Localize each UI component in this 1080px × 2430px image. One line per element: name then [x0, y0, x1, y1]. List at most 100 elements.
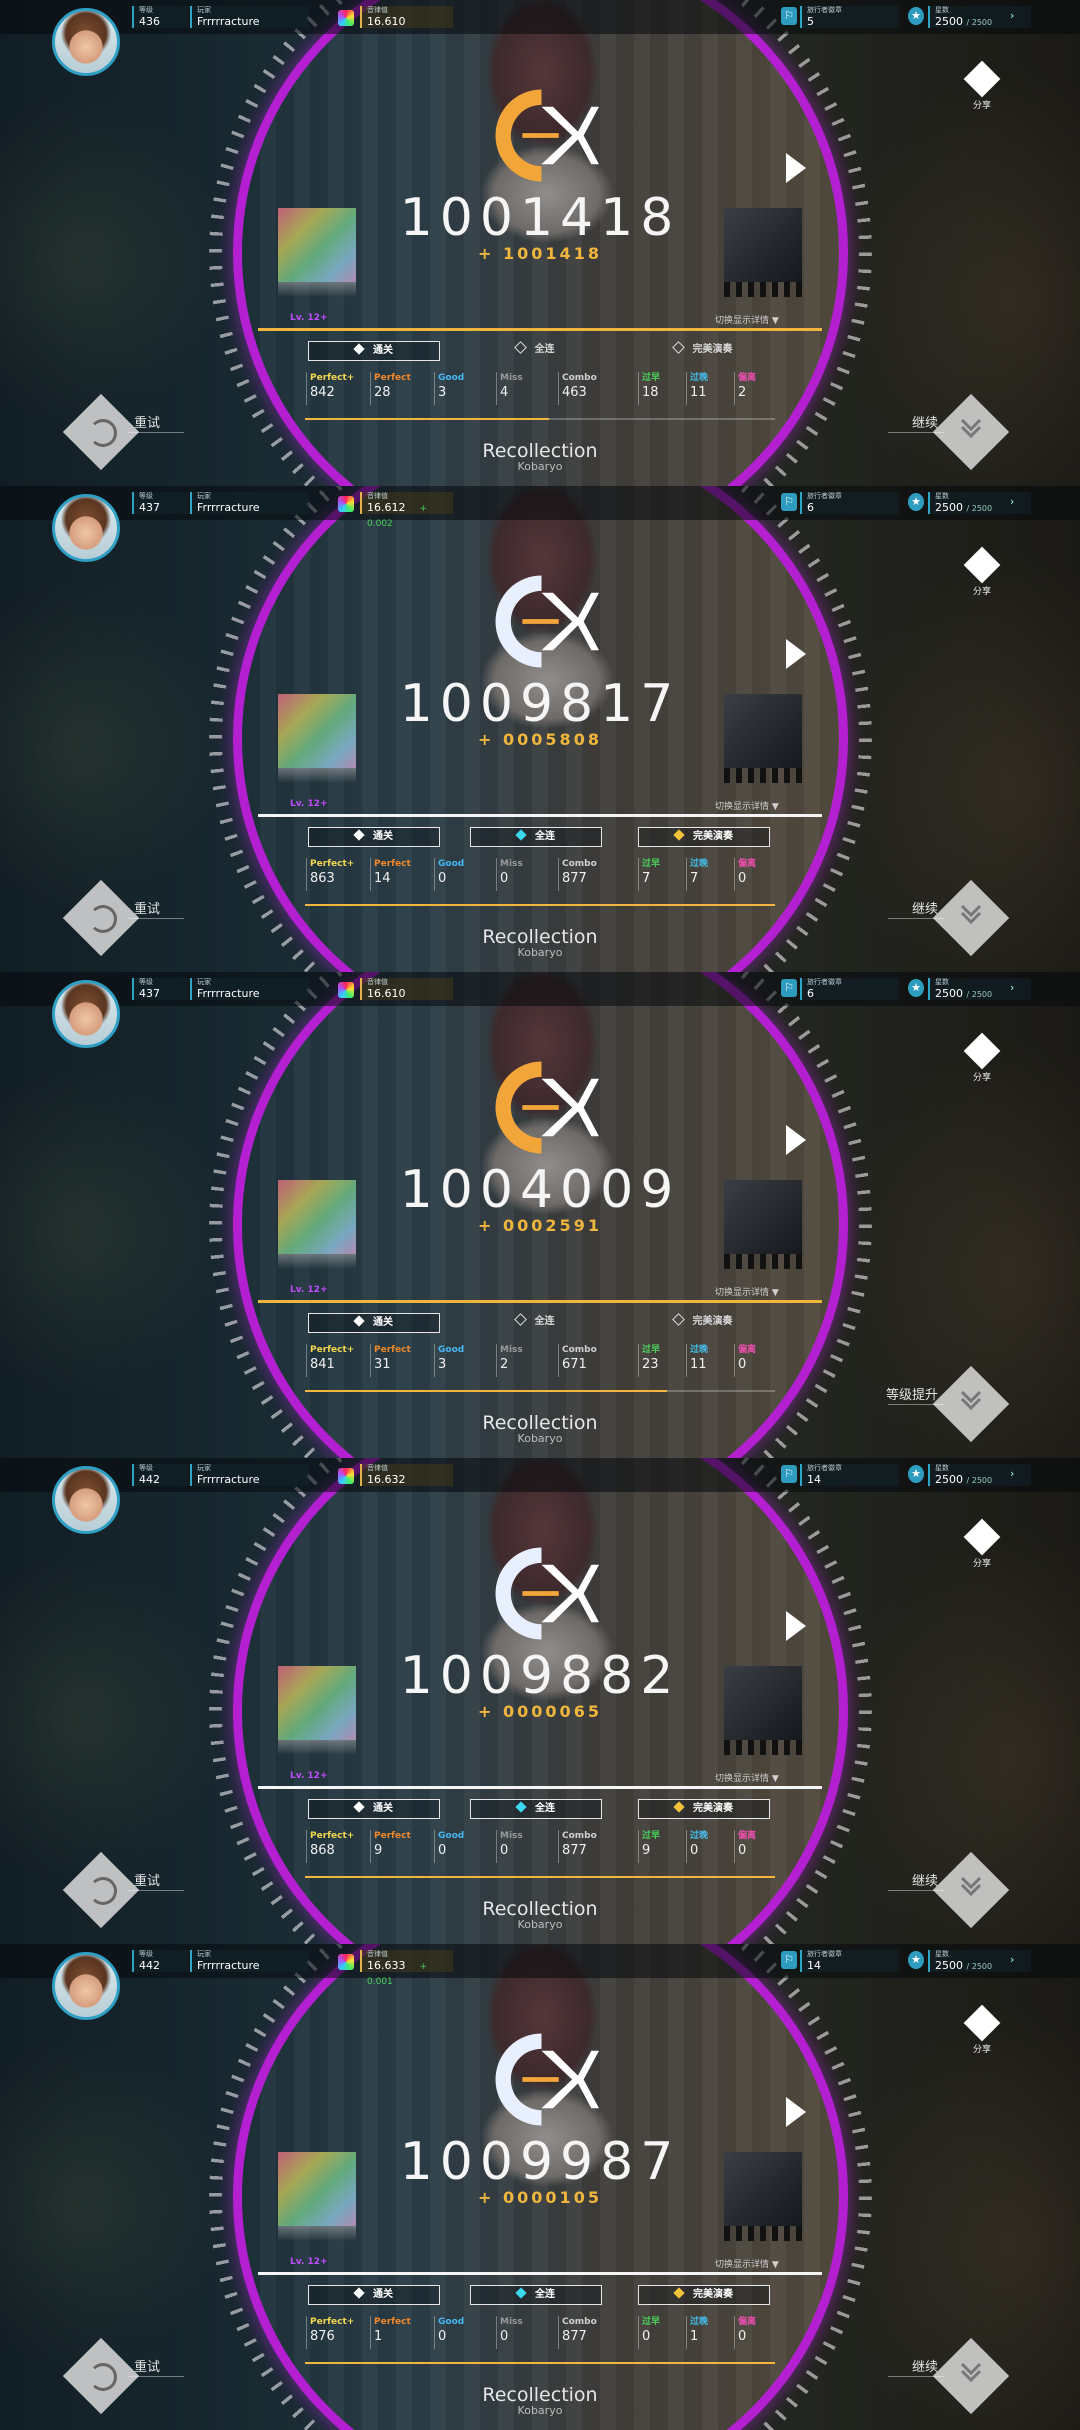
- diamond-icon: [515, 2287, 527, 2299]
- stat-value: 11: [690, 1357, 707, 1372]
- star-count[interactable]: 星数 2500 / 2500: [928, 1464, 1031, 1486]
- switch-details-toggle[interactable]: 切换显示详情 ▼: [715, 2257, 779, 2270]
- rating-label: 音律值: [367, 978, 388, 986]
- share-icon: [963, 2004, 1001, 2042]
- judgement-stats: Perfect+ 841 Perfect 31 Good 3 Miss 2 Combo 6…: [306, 1344, 776, 1380]
- play-icon[interactable]: [786, 1125, 806, 1155]
- avatar[interactable]: [52, 1952, 120, 2020]
- badge-fc-label: 全连: [535, 831, 555, 842]
- level-value: 436: [139, 15, 160, 28]
- switch-details-toggle[interactable]: 切换显示详情 ▼: [715, 799, 779, 812]
- stat-value: 7: [690, 871, 699, 886]
- star-count[interactable]: 星数 2500 / 2500: [928, 492, 1031, 514]
- song-title: Recollection: [482, 440, 598, 462]
- share-label: 分享: [972, 101, 991, 111]
- stat-early: 过早 0: [638, 2316, 660, 2349]
- stat-label: Miss: [500, 373, 523, 383]
- stat-label: Miss: [500, 1831, 523, 1841]
- level-value: 442: [139, 1959, 160, 1972]
- stat-label: Perfect+: [310, 1831, 355, 1841]
- avatar[interactable]: [52, 494, 120, 562]
- switch-details-toggle[interactable]: 切换显示详情 ▼: [715, 313, 779, 326]
- chevron-right-icon[interactable]: ›: [1010, 9, 1014, 22]
- star-count[interactable]: 星数 2500 / 2500: [928, 1950, 1031, 1972]
- player-name: 玩家 Frrrrracture: [190, 1950, 309, 1972]
- stat-label: Combo: [562, 859, 597, 869]
- ex-rank-icon: [495, 1061, 599, 1154]
- stat-value: 671: [562, 1357, 587, 1372]
- stat-offset: 偏离 0: [734, 1344, 756, 1377]
- avatar[interactable]: [52, 980, 120, 1048]
- star-icon: ★: [908, 493, 924, 511]
- continue-label: 继续: [911, 1874, 938, 1889]
- player-label: 玩家: [197, 978, 211, 986]
- share-button[interactable]: 分享: [962, 2004, 1002, 2055]
- play-icon[interactable]: [786, 1611, 806, 1641]
- stat-label: 过早: [642, 373, 661, 383]
- stat-label: 偏离: [738, 859, 757, 869]
- share-icon: [963, 1518, 1001, 1556]
- score-delta: + 0000105: [478, 2188, 602, 2207]
- stat-value: 3: [438, 1357, 447, 1372]
- play-icon[interactable]: [786, 639, 806, 669]
- judgement-stats: Perfect+ 876 Perfect 1 Good 0 Miss 0 Combo 87…: [306, 2316, 776, 2352]
- badge-fc-label: 全连: [534, 344, 555, 355]
- stat-value: 11: [690, 385, 707, 400]
- badge-all-perfect: 完美演奏: [638, 1799, 770, 1819]
- player-value: Frrrrracture: [197, 501, 260, 514]
- explorer-badge[interactable]: 旅行者徽章 6: [800, 978, 899, 1000]
- retry-icon: [89, 2363, 117, 2391]
- retry-label: 重试: [134, 416, 161, 431]
- stat-label: 过晚: [690, 373, 709, 383]
- star-icon: ★: [908, 1951, 924, 1969]
- avatar[interactable]: [52, 8, 120, 76]
- badge-fc-label: 全连: [535, 1803, 555, 1814]
- diamond-icon: [353, 1801, 365, 1813]
- stat-label: 过早: [642, 1831, 661, 1841]
- rating-label: 音律值: [367, 492, 388, 500]
- chevron-right-icon[interactable]: ›: [1010, 981, 1014, 994]
- continue-icon: [960, 418, 982, 439]
- retry-underline: [128, 1890, 184, 1891]
- explorer-badge[interactable]: 旅行者徽章 14: [800, 1464, 899, 1486]
- stat-label: Perfect: [374, 2317, 411, 2327]
- retry-label: 重试: [134, 902, 161, 917]
- stars-value: 2500: [935, 501, 963, 514]
- explorer-badge[interactable]: 旅行者徽章 5: [800, 6, 899, 28]
- play-icon[interactable]: [786, 2097, 806, 2127]
- stat-label: Good: [438, 859, 465, 869]
- song-artist: Kobaryo: [517, 946, 563, 959]
- song-title: Recollection: [482, 926, 598, 948]
- share-button[interactable]: 分享: [962, 546, 1002, 597]
- stat-value: 0: [642, 2329, 651, 2344]
- star-count[interactable]: 星数 2500 / 2500: [928, 6, 1031, 28]
- share-button[interactable]: 分享: [962, 1032, 1002, 1083]
- rainbow-cube-icon: [278, 1180, 356, 1269]
- avatar[interactable]: [52, 1466, 120, 1534]
- share-button[interactable]: 分享: [962, 60, 1002, 111]
- explorer-badge[interactable]: 旅行者徽章 6: [800, 492, 899, 514]
- explorer-badge[interactable]: 旅行者徽章 14: [800, 1950, 899, 1972]
- play-icon[interactable]: [786, 153, 806, 183]
- stat-value: 2: [738, 385, 747, 400]
- badge-all-perfect: 完美演奏: [638, 1313, 768, 1331]
- retry-label: 重试: [134, 1874, 161, 1889]
- chevron-right-icon[interactable]: ›: [1010, 1467, 1014, 1480]
- divider-line: [258, 2272, 822, 2275]
- rating-hex-icon: [338, 496, 354, 512]
- switch-details-toggle[interactable]: 切换显示详情 ▼: [715, 1285, 779, 1298]
- stat-label: 过晚: [690, 2317, 709, 2327]
- stat-combo: Combo 671: [558, 1344, 597, 1377]
- chevron-right-icon[interactable]: ›: [1010, 495, 1014, 508]
- share-button[interactable]: 分享: [962, 1518, 1002, 1569]
- player-value: Frrrrracture: [197, 15, 260, 28]
- player-label: 玩家: [197, 1950, 211, 1958]
- switch-details-toggle[interactable]: 切换显示详情 ▼: [715, 1771, 779, 1784]
- rating-value: 16.610: [367, 15, 406, 28]
- stat-label: Miss: [500, 1345, 523, 1355]
- player-level: 等级 437: [132, 492, 189, 514]
- chevron-right-icon[interactable]: ›: [1010, 1953, 1014, 1966]
- rating-label: 音律值: [367, 6, 388, 14]
- stat-value: 1: [690, 2329, 699, 2344]
- star-count[interactable]: 星数 2500 / 2500: [928, 978, 1031, 1000]
